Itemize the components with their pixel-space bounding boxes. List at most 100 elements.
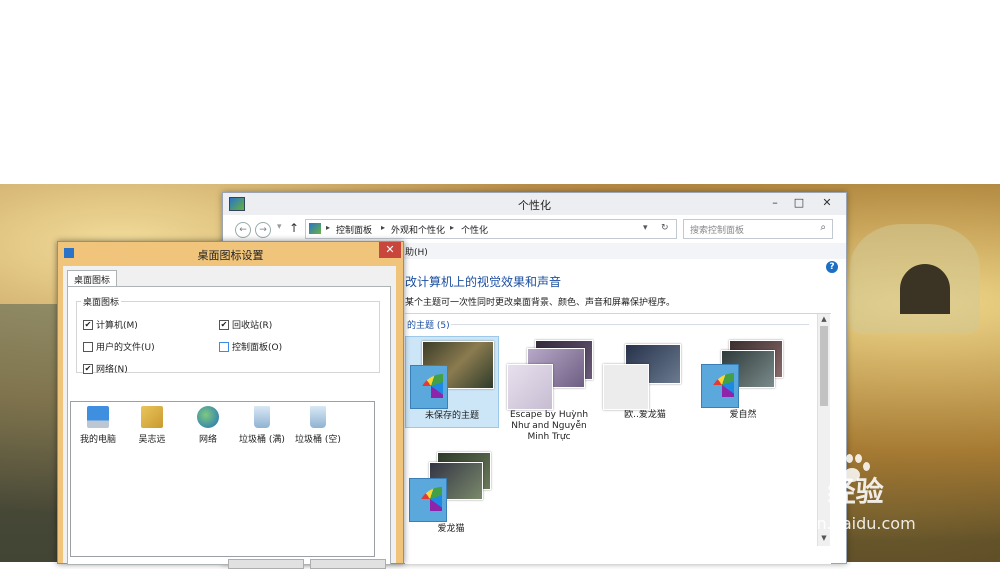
vertical-scrollbar[interactable]: ▲ ▼	[817, 314, 830, 546]
desktop-icon-settings-dialog: 桌面图标设置 ✕ 桌面图标 桌面图标 ✔ 计算机(M) ✔ 回收站(R) 用户的…	[57, 241, 404, 569]
window-title: 个性化	[518, 199, 551, 212]
up-arrow-icon[interactable]: ↑	[289, 221, 299, 235]
restore-default-button[interactable]	[310, 559, 386, 569]
checkbox-user-files[interactable]: 用户的文件(U)	[83, 340, 155, 353]
breadcrumb-separator: ▸	[326, 223, 331, 232]
desktop-icons-group: 桌面图标 ✔ 计算机(M) ✔ 回收站(R) 用户的文件(U) 控制面板(O)	[76, 295, 380, 375]
maximize-button[interactable]: □	[788, 195, 810, 211]
theme-item-totoro-europe[interactable]: 欧..爱龙猫	[599, 336, 691, 421]
scroll-thumb[interactable]	[820, 326, 828, 406]
checkbox-unchecked[interactable]	[83, 341, 93, 352]
change-icon-button[interactable]	[228, 559, 304, 569]
section-divider	[451, 324, 809, 325]
search-input[interactable]: 搜索控制面板 ⌕	[683, 219, 833, 239]
navigation-bar: ← → ▾ ↑ ▸ 控制面板 ▸ 外观和个性化 ▸ 个性化 ▾ ↻ 搜索控制面板…	[223, 215, 846, 243]
baidu-watermark: Bai 经验 jingyan.baidu.com	[768, 454, 916, 533]
icon-recycle-bin-empty[interactable]: 垃圾桶 (空)	[291, 406, 345, 445]
checkbox-recycle-bin[interactable]: ✔ 回收站(R)	[219, 318, 272, 331]
baidu-paw-icon	[834, 454, 870, 486]
theme-item-nature[interactable]: 爱自然	[697, 336, 789, 421]
my-themes-title: 的主题	[407, 321, 435, 331]
minimize-button[interactable]: –	[764, 195, 786, 211]
theme-label: Escape by Huỳnh Như and Nguyễn Minh Trực	[509, 410, 589, 442]
theme-label: 欧..爱龙猫	[624, 410, 666, 420]
checkbox-label: 网络(N)	[96, 365, 128, 375]
watermark-url: jingyan.baidu.com	[768, 514, 916, 533]
computer-icon	[87, 406, 109, 428]
dialog-body: 桌面图标 桌面图标 ✔ 计算机(M) ✔ 回收站(R) 用户的文件(U) 控制面…	[63, 266, 396, 565]
theme-thumbnail	[505, 338, 593, 410]
icon-network[interactable]: 网络	[181, 406, 235, 445]
theme-label: 爱龙猫	[437, 524, 465, 534]
refresh-icon[interactable]: ↻	[661, 223, 669, 233]
address-bar[interactable]: ▸ 控制面板 ▸ 外观和个性化 ▸ 个性化 ▾ ↻	[305, 219, 677, 239]
scroll-up-icon[interactable]: ▲	[819, 315, 829, 323]
icon-user-files[interactable]: 吴志远	[125, 406, 179, 445]
address-dropdown-icon[interactable]: ▾	[643, 223, 648, 233]
icon-my-computer[interactable]: 我的电脑	[71, 406, 125, 445]
color-fan-icon	[419, 374, 443, 398]
dialog-close-button[interactable]: ✕	[379, 242, 401, 258]
theme-thumbnail	[408, 339, 496, 409]
recycle-bin-empty-icon	[310, 406, 326, 428]
checkbox-checked-icon[interactable]: ✔	[83, 319, 93, 330]
theme-label: 未保存的主题	[424, 411, 479, 421]
wallpaper-foliage	[0, 304, 60, 562]
theme-color-palette	[701, 364, 739, 408]
checkbox-checked-icon[interactable]: ✔	[219, 319, 229, 330]
theme-thumbnail	[407, 452, 495, 522]
close-button[interactable]: ✕	[812, 195, 842, 211]
icon-label: 吴志远	[138, 435, 166, 445]
my-themes-header: 的主题 (5)	[407, 318, 450, 331]
recent-locations-icon[interactable]: ▾	[277, 222, 282, 232]
theme-color-palette	[603, 364, 649, 410]
checkbox-label: 控制面板(O)	[232, 343, 283, 353]
color-fan-icon	[710, 373, 734, 397]
recycle-bin-full-icon	[254, 406, 270, 428]
theme-color-palette	[507, 364, 553, 410]
checkbox-control-panel[interactable]: 控制面板(O)	[219, 340, 282, 353]
theme-thumbnail	[699, 338, 787, 408]
search-icon[interactable]: ⌕	[820, 222, 826, 233]
personalization-titlebar[interactable]: 个性化 – □ ✕	[223, 193, 846, 215]
breadcrumb-personalization[interactable]: 个性化	[461, 223, 488, 236]
icon-label: 垃圾桶 (空)	[295, 435, 341, 445]
menu-help[interactable]: 助(H)	[405, 245, 428, 258]
breadcrumb-appearance[interactable]: 外观和个性化	[391, 223, 445, 236]
help-icon[interactable]: ?	[826, 261, 838, 273]
theme-color-palette	[410, 365, 448, 409]
icon-label: 我的电脑	[79, 435, 116, 445]
color-fan-icon	[418, 487, 442, 511]
checkbox-checked-icon[interactable]: ✔	[83, 363, 93, 374]
theme-label: 爱自然	[729, 410, 757, 420]
group-label: 桌面图标	[81, 295, 122, 308]
back-button[interactable]: ←	[235, 222, 251, 238]
search-placeholder: 搜索控制面板	[690, 226, 745, 236]
wallpaper-doorway	[900, 264, 950, 314]
breadcrumb-control-panel[interactable]: 控制面板	[336, 223, 372, 236]
tab-panel: 桌面图标 ✔ 计算机(M) ✔ 回收站(R) 用户的文件(U) 控制面板(O)	[67, 286, 391, 565]
theme-item-escape[interactable]: Escape by Huỳnh Như and Nguyễn Minh Trực	[501, 336, 597, 443]
theme-thumbnail	[601, 338, 689, 410]
checkbox-network[interactable]: ✔ 网络(N)	[83, 362, 128, 375]
checkbox-label: 计算机(M)	[96, 321, 138, 331]
icon-label: 垃圾桶 (满)	[239, 435, 285, 445]
checkbox-unchecked[interactable]	[219, 341, 229, 352]
theme-color-palette	[409, 478, 447, 522]
checkbox-label: 用户的文件(U)	[96, 343, 155, 353]
forward-button[interactable]: →	[255, 222, 271, 238]
dialog-title: 桌面图标设置	[197, 249, 264, 262]
breadcrumb-separator: ▸	[381, 223, 386, 232]
page-description: 某个主题可一次性同时更改桌面背景、颜色、声音和屏幕保护程序。	[405, 298, 676, 308]
control-panel-icon	[309, 223, 321, 234]
theme-item-unsaved[interactable]: 未保存的主题	[405, 336, 499, 428]
icon-label: 网络	[198, 435, 217, 445]
icon-preview-list: 我的电脑 吴志远 网络 垃圾桶 (满) 垃圾桶 (空)	[70, 401, 375, 557]
icon-recycle-bin-full[interactable]: 垃圾桶 (满)	[235, 406, 289, 445]
scroll-down-icon[interactable]: ▼	[819, 534, 829, 542]
my-themes-count: (5)	[436, 321, 450, 331]
checkbox-computer[interactable]: ✔ 计算机(M)	[83, 318, 138, 331]
checkbox-label: 回收站(R)	[232, 321, 273, 331]
network-globe-icon	[197, 406, 219, 428]
theme-item-totoro[interactable]: 爱龙猫	[405, 450, 497, 535]
